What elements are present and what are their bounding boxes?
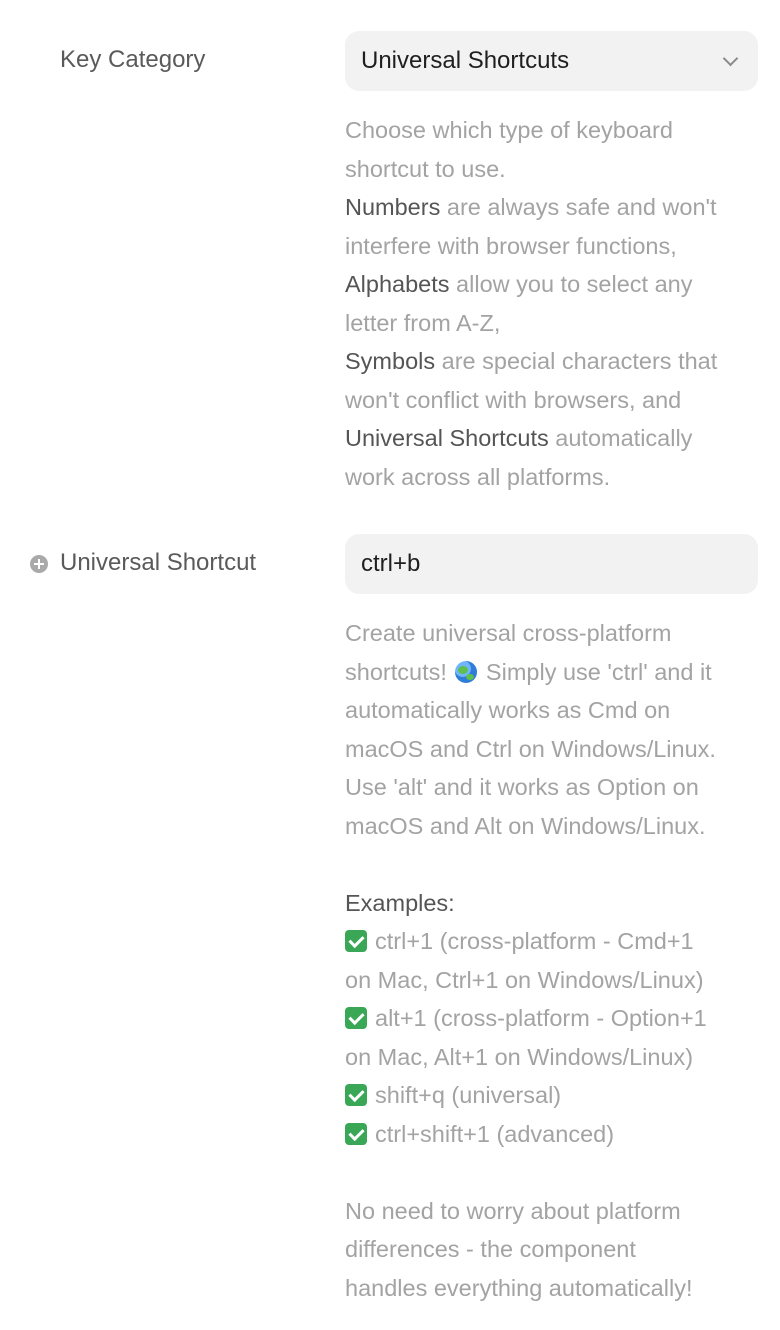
example-item-continued: on Mac, Ctrl+1 on Windows/Linux) [345, 966, 704, 993]
globe-icon [455, 660, 478, 683]
example-text: alt+1 (cross-platform - Option+1 [375, 1005, 707, 1031]
description-line: automatically works as Cmd on [345, 697, 671, 723]
description-line: Choose which type of keyboard [345, 117, 673, 143]
symbols-term: Symbols [345, 348, 436, 374]
description-line: won't conflict with browsers, and [345, 386, 682, 413]
example-item: ctrl+shift+1 (advanced) [345, 1115, 765, 1154]
description-line: work across all platforms. [345, 463, 611, 490]
description-text: shortcuts! [345, 658, 454, 685]
universal-shortcuts-text: automatically [548, 425, 693, 451]
universal-shortcuts-term: Universal Shortcuts [345, 425, 549, 451]
example-item-continued: on Mac, Alt+1 on Windows/Linux) [345, 1043, 694, 1070]
key-category-description: Choose which type of keyboard shortcut t… [345, 111, 765, 496]
alphabets-text: allow you to select any [449, 271, 693, 297]
description-line: Alphabets allow you to select any [345, 265, 765, 304]
description-line: shortcuts! Simply use 'ctrl' and it [345, 653, 765, 692]
universal-shortcut-description: Create universal cross-platform shortcut… [345, 614, 765, 1307]
numbers-text: are always safe and won't [440, 194, 717, 220]
example-text: ctrl+1 (cross-platform - Cmd+1 [375, 928, 694, 954]
description-line: No need to worry about platform [345, 1197, 681, 1224]
description-line: Numbers are always safe and won't [345, 188, 765, 227]
description-line: handles everything automatically! [345, 1274, 693, 1301]
description-line: letter from A-Z, [345, 309, 501, 336]
check-mark-icon [345, 1007, 367, 1029]
example-item: ctrl+1 (cross-platform - Cmd+1 [345, 922, 765, 961]
alphabets-term: Alphabets [345, 271, 450, 297]
description-line: differences - the component [345, 1236, 636, 1262]
description-line: Universal Shortcuts automatically [345, 419, 765, 458]
key-category-selected-value: Universal Shortcuts [361, 47, 570, 74]
description-text: Simply use 'ctrl' and it [479, 658, 712, 685]
check-mark-icon [345, 930, 367, 952]
description-line: Create universal cross-platform [345, 620, 672, 646]
description-line: macOS and Alt on Windows/Linux. [345, 812, 706, 839]
check-mark-icon [345, 1122, 367, 1145]
example-item: alt+1 (cross-platform - Option+1 [345, 999, 765, 1038]
universal-shortcut-input[interactable]: ctrl+b [345, 534, 758, 594]
numbers-term: Numbers [345, 194, 441, 220]
example-item: shift+q (universal) [345, 1076, 765, 1115]
add-circle-icon[interactable] [30, 555, 48, 573]
description-line: macOS and Ctrl on Windows/Linux. [345, 735, 716, 762]
description-line: Symbols are special characters that [345, 342, 765, 381]
example-text: shift+q (universal) [375, 1082, 562, 1108]
universal-shortcut-value: ctrl+b [361, 550, 421, 577]
symbols-text: are special characters that [435, 348, 718, 374]
description-line: Use 'alt' and it works as Option on [345, 774, 699, 800]
universal-shortcut-label: Universal Shortcut [60, 549, 257, 576]
examples-heading: Examples: [345, 889, 455, 916]
description-line: shortcut to use. [345, 155, 506, 182]
key-category-select[interactable]: Universal Shortcuts [345, 31, 758, 91]
example-text: ctrl+shift+1 (advanced) [375, 1120, 615, 1147]
key-category-label: Key Category [60, 46, 206, 73]
description-line: interfere with browser functions, [345, 232, 677, 259]
chevron-down-icon[interactable] [722, 50, 739, 66]
check-mark-icon [345, 1084, 367, 1106]
